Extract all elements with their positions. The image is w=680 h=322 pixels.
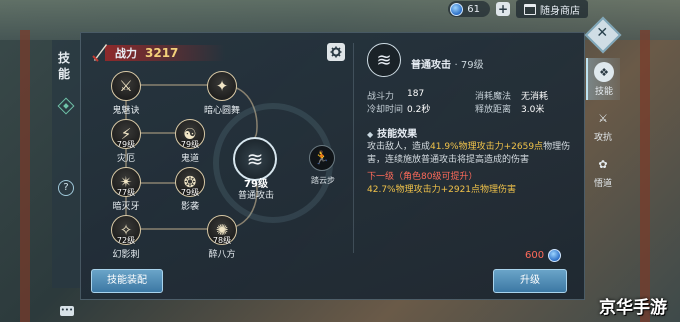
dash-skill-node[interactable]: 🏃 bbox=[309, 145, 335, 171]
skill-icon: ❖ bbox=[594, 62, 614, 82]
skill-level: · 79级 bbox=[454, 60, 484, 71]
add-currency-button[interactable]: + bbox=[496, 2, 510, 16]
stat-key: 战斗力 bbox=[367, 92, 395, 102]
gem-icon bbox=[548, 249, 562, 262]
gem-icon bbox=[450, 2, 464, 16]
background-pillar bbox=[640, 30, 650, 322]
left-tab-strip: 技能 ? bbox=[52, 40, 80, 288]
top-bar: 61 + 随身商店 bbox=[448, 0, 588, 18]
stat-key: 冷却时间 bbox=[367, 105, 404, 115]
skill-node-level: 79级 bbox=[180, 140, 200, 149]
effect-title: 技能效果 bbox=[367, 125, 417, 140]
skill-node-level: 79级 bbox=[180, 188, 200, 197]
skill-panel: 战力 3217 ⚔ 鬼魅诀 ✦ 暗心圆舞 ⚡ 79级 灾厄 ☯ 79级 鬼道 ✴… bbox=[80, 32, 585, 300]
attack-resist-icon: ⚔ bbox=[598, 111, 608, 125]
skill-tree-pane: 战力 3217 ⚔ 鬼魅诀 ✦ 暗心圆舞 ⚡ 79级 灾厄 ☯ 79级 鬼道 ✴… bbox=[81, 33, 353, 301]
watermark: 京华手游 bbox=[599, 297, 667, 318]
skill-node-label: 幻影刺 bbox=[112, 250, 140, 260]
background-pillar bbox=[20, 30, 30, 322]
skill-stats: 战斗力 187 消耗魔法 无消耗 冷却时间 0.2秒 释放距离 3.0米 bbox=[367, 89, 577, 115]
effect-description: 攻击敌人，造成41.9%物理攻击力+2659点物理伤害，连续施放普通攻击将提高造… bbox=[367, 141, 577, 167]
tab-label: 攻抗 bbox=[593, 133, 612, 143]
skill-node-label: 暗心圆舞 bbox=[203, 106, 240, 116]
running-figure-icon: 🏃 bbox=[313, 150, 331, 166]
skill-node-level: 72级 bbox=[116, 236, 136, 245]
selected-skill-label: 普通攻击 bbox=[237, 191, 274, 201]
help-button[interactable]: ? bbox=[58, 180, 74, 196]
skill-node-label: 醉八方 bbox=[208, 250, 236, 260]
shop-label: 随身商店 bbox=[540, 5, 580, 17]
stat-key: 释放距离 bbox=[475, 105, 512, 115]
left-tab-title: 技能 bbox=[58, 51, 71, 81]
side-tabs: ❖ 技能 ⚔ 攻抗 ✿ 悟道 bbox=[586, 58, 620, 196]
chat-icon[interactable]: ••• bbox=[60, 306, 74, 316]
skill-node[interactable]: ⚔ bbox=[111, 71, 141, 101]
skill-node[interactable]: ✧ 72级 bbox=[111, 215, 141, 245]
dash-skill-label: 踏云步 bbox=[311, 176, 335, 185]
close-icon: ✕ bbox=[596, 24, 609, 41]
skill-node-label: 影袭 bbox=[180, 202, 199, 212]
upgrade-button[interactable]: 升级 bbox=[493, 269, 567, 293]
skill-node[interactable]: ✦ bbox=[207, 71, 237, 101]
skill-title: 普通攻击 · 79级 bbox=[411, 56, 484, 71]
currency-display: 61 bbox=[448, 1, 490, 17]
stat-row: 冷却时间 0.2秒 释放距离 3.0米 bbox=[367, 102, 577, 115]
skill-node-level: 77级 bbox=[116, 188, 136, 197]
skill-node-level: 78级 bbox=[212, 236, 232, 245]
diamond-ornament-icon bbox=[57, 97, 75, 115]
skill-node[interactable]: ☯ 79级 bbox=[175, 119, 205, 149]
stat-value: 0.2秒 bbox=[407, 105, 431, 115]
tab-enlighten[interactable]: ✿ 悟道 bbox=[586, 150, 620, 192]
stat-key: 消耗魔法 bbox=[475, 92, 512, 102]
tab-label: 技能 bbox=[594, 87, 613, 97]
skill-detail-pane: ≋ 普通攻击 · 79级 战斗力 187 消耗魔法 无消耗 冷却时间 0.2秒 … bbox=[353, 33, 586, 301]
next-level-title: 下一级（角色80级可提升） bbox=[367, 172, 478, 182]
skill-node[interactable]: ✺ 78级 bbox=[207, 215, 237, 245]
claw-icon: ≋ bbox=[367, 43, 401, 77]
skill-node[interactable]: ❂ 79级 bbox=[175, 167, 205, 197]
skill-node-level: 79级 bbox=[116, 140, 136, 149]
cost-value: 600 bbox=[525, 250, 545, 261]
skill-node-label: 暗灭牙 bbox=[112, 202, 140, 212]
skill-node-label: 鬼道 bbox=[180, 154, 199, 164]
shop-icon bbox=[524, 3, 536, 15]
claw-icon: ≋ bbox=[246, 147, 264, 171]
skill-glyph-icon: ⚔ bbox=[119, 76, 133, 95]
enlighten-icon: ✿ bbox=[598, 157, 608, 171]
stat-row: 战斗力 187 消耗魔法 无消耗 bbox=[367, 89, 577, 102]
stat-value: 3.0米 bbox=[521, 105, 545, 115]
upgrade-cost: 600 bbox=[525, 249, 562, 262]
stat-value: 187 bbox=[407, 89, 425, 99]
desc-highlight: 41.9%物理攻击力+2659点 bbox=[430, 142, 544, 152]
tab-skill[interactable]: ❖ 技能 bbox=[586, 58, 620, 100]
skill-equip-button[interactable]: 技能装配 bbox=[91, 269, 163, 293]
tab-attack-resist[interactable]: ⚔ 攻抗 bbox=[586, 104, 620, 146]
skill-node-label: 灾厄 bbox=[116, 154, 135, 164]
desc-text: 攻击敌人，造成 bbox=[367, 142, 431, 152]
skill-node[interactable]: ⚡ 79级 bbox=[111, 119, 141, 149]
shop-button[interactable]: 随身商店 bbox=[516, 0, 588, 18]
tab-label: 悟道 bbox=[593, 179, 612, 189]
skill-glyph-icon: ✦ bbox=[215, 76, 229, 95]
next-level-description: 42.7%物理攻击力+2921点物理伤害 bbox=[367, 185, 517, 195]
currency-value: 61 bbox=[467, 3, 480, 15]
skill-node[interactable]: ✴ 77级 bbox=[111, 167, 141, 197]
skill-node-label: 鬼魅诀 bbox=[112, 106, 140, 116]
skill-name: 普通攻击 bbox=[411, 60, 451, 71]
stat-value: 无消耗 bbox=[521, 92, 549, 102]
